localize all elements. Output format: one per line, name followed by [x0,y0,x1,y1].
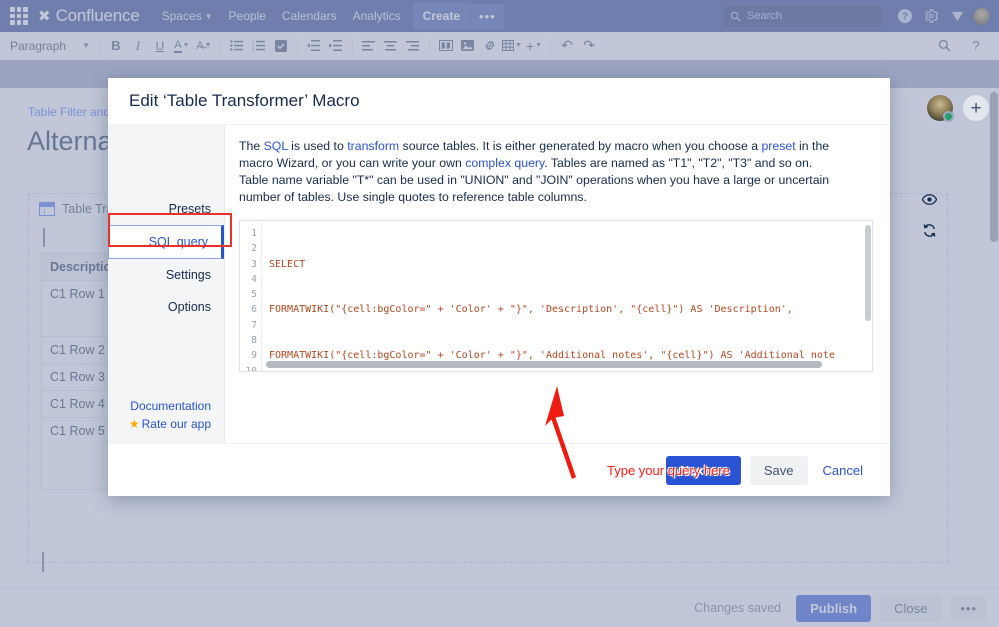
line-number-gutter: 1 2 3 4 5 6 7 8 9 10 [240,221,262,371]
documentation-link[interactable]: Documentation [108,397,224,415]
page-right-controls: + [927,95,989,122]
dialog-body: Presets SQL query Settings Options Docum… [108,125,937,479]
dialog-header: Edit ‘Table Transformer’ Macro [108,78,890,125]
star-icon: ★ [128,417,140,431]
sql-description: The SQL is used to transform source tabl… [239,139,830,204]
line-number: 5 [251,289,257,301]
presence-status-badge [943,111,954,122]
line-number: 1 [251,228,257,239]
sidebar-item-options[interactable]: Options [108,291,224,323]
transform-link[interactable]: transform [347,139,399,153]
preset-link[interactable]: preset [761,139,795,153]
add-collaborator-button[interactable]: + [963,95,989,121]
line-number: 10 [245,365,257,372]
code-line: FORMATWIKI("{cell:bgColor=" + 'Color' + … [269,304,793,316]
dialog-content: The SQL is used to transform source tabl… [225,125,937,479]
sidebar-item-settings[interactable]: Settings [108,259,224,291]
dialog-sidebar: Presets SQL query Settings Options Docum… [108,125,232,443]
dialog-title: Edit ‘Table Transformer’ Macro [129,91,360,110]
sidebar-footer: Documentation ★ Rate our app [108,397,224,443]
sql-link[interactable]: SQL [264,139,288,153]
line-number: 6 [251,304,257,316]
editor-vertical-scrollbar[interactable] [865,225,871,321]
line-number: 2 [251,243,257,255]
annotation-label: Type your query here [607,463,730,478]
cancel-button[interactable]: Cancel [817,456,869,485]
rate-our-app-label: Rate our app [141,417,211,431]
page-scrollbar[interactable] [990,92,998,242]
preview-eye-icon[interactable] [918,188,940,210]
line-number: 3 [251,258,257,270]
sidebar-item-sql-query[interactable]: SQL query [108,225,224,259]
sql-code-area[interactable]: SELECT FORMATWIKI("{cell:bgColor=" + 'Co… [262,221,872,371]
dialog-side-icons [912,188,946,241]
complex-query-link[interactable]: complex query [465,156,544,170]
line-number: 7 [251,319,257,331]
dialog-footer: Next >> Save Cancel [108,443,890,496]
line-number: 9 [251,350,257,362]
line-number: 8 [251,335,257,347]
save-button[interactable]: Save [749,455,808,485]
rate-our-app-link[interactable]: ★ Rate our app [108,415,224,433]
line-number: 4 [251,273,257,285]
edit-macro-dialog: Edit ‘Table Transformer’ Macro Presets S… [108,78,937,496]
refresh-icon[interactable] [918,219,940,241]
sidebar-item-presets[interactable]: Presets [108,193,224,225]
editor-horizontal-scrollbar[interactable] [266,361,822,368]
screen: ✖ Confluence Spaces ▼ People Calendars A… [0,0,999,627]
avatar[interactable] [927,95,954,122]
code-line: SELECT [269,258,306,270]
sql-editor[interactable]: 1 2 3 4 5 6 7 8 9 10 SELECT FORMATWIKI("… [239,220,873,372]
